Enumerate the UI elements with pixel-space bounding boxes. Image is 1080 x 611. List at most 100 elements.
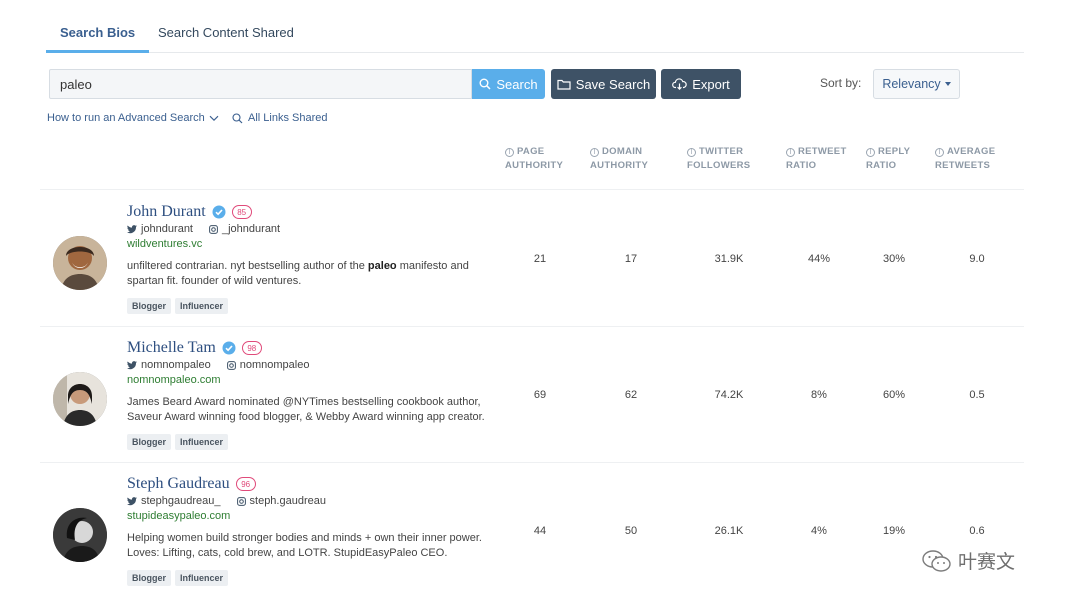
instagram-handle[interactable]: steph.gaudreau <box>250 495 326 507</box>
domain-authority-value: 17 <box>624 253 638 265</box>
social-handles: stephgaudreau_ steph.gaudreau <box>127 495 326 507</box>
info-icon[interactable]: i <box>786 148 795 157</box>
advanced-search-label: How to run an Advanced Search <box>47 112 205 124</box>
info-icon[interactable]: i <box>505 148 514 157</box>
profile-name[interactable]: Michelle Tam <box>127 339 216 357</box>
avatar[interactable] <box>53 236 107 290</box>
export-label: Export <box>692 76 730 92</box>
social-handles: johndurant _johndurant <box>127 223 280 235</box>
twitter-followers-value: 74.2K <box>714 389 744 401</box>
cloud-download-icon <box>672 78 687 90</box>
info-icon[interactable]: i <box>866 148 875 157</box>
twitter-handle[interactable]: johndurant <box>141 223 193 235</box>
instagram-handle[interactable]: _johndurant <box>222 223 280 235</box>
advanced-search-link[interactable]: How to run an Advanced Search <box>47 112 219 124</box>
website-link[interactable]: nomnompaleo.com <box>127 374 221 386</box>
reply-ratio-value: 60% <box>882 389 906 401</box>
website-link[interactable]: stupideasypaleo.com <box>127 510 230 522</box>
reply-ratio-value: 19% <box>882 525 906 537</box>
save-search-button[interactable]: Save Search <box>551 69 656 99</box>
column-header-line2: RATIO <box>866 160 897 171</box>
profile-bio: Helping women build stronger bodies and … <box>127 531 487 561</box>
bio-text: Helping women build stronger bodies and … <box>127 532 482 559</box>
column-header-line1: TWITTER <box>699 146 744 157</box>
all-links-shared-link[interactable]: All Links Shared <box>232 112 328 124</box>
sort-by-label: Sort by: <box>820 76 862 90</box>
instagram-icon <box>226 360 236 370</box>
twitter-handle[interactable]: nomnompaleo <box>141 359 211 371</box>
profile-name[interactable]: John Durant <box>127 203 206 221</box>
watermark-text: 叶赛文 <box>958 551 1016 573</box>
column-header-average-retweets[interactable]: i AVERAGE RETWEETS <box>935 145 995 173</box>
save-search-label: Save Search <box>575 76 651 92</box>
info-icon[interactable]: i <box>590 148 599 157</box>
average-retweets-value: 0.5 <box>969 389 985 401</box>
sort-dropdown[interactable]: Relevancy <box>873 69 960 99</box>
info-icon[interactable]: i <box>935 148 944 157</box>
column-header-line2: AUTHORITY <box>590 160 649 171</box>
tag-list: Blogger Influencer <box>127 434 229 450</box>
column-header-line1: REPLY <box>878 146 911 157</box>
influence-score-badge: 85 <box>231 205 252 219</box>
bio-text: James Beard Award nominated @NYTimes bes… <box>127 396 485 423</box>
caret-down-icon <box>944 82 951 86</box>
tag-list: Blogger Influencer <box>127 570 229 586</box>
verified-badge-icon <box>212 205 226 219</box>
profile-bio: James Beard Award nominated @NYTimes bes… <box>127 395 487 425</box>
avatar[interactable] <box>53 372 107 426</box>
tab-search-bios[interactable]: Search Bios <box>46 25 150 53</box>
reply-ratio-value: 30% <box>882 253 906 265</box>
column-header-retweet-ratio[interactable]: i RETWEET RATIO <box>786 145 847 173</box>
column-header-line2: FOLLOWERS <box>687 160 751 171</box>
search-icon <box>479 78 491 90</box>
average-retweets-value: 0.6 <box>969 525 985 537</box>
twitter-icon <box>127 224 137 233</box>
column-header-line1: AVERAGE <box>947 146 996 157</box>
column-header-line1: PAGE <box>517 146 545 157</box>
tag-influencer[interactable]: Influencer <box>175 298 229 314</box>
column-header-reply-ratio[interactable]: i REPLY RATIO <box>866 145 910 173</box>
website-link[interactable]: wildventures.vc <box>127 238 202 250</box>
column-header-line2: RATIO <box>786 160 817 171</box>
profile-name[interactable]: Steph Gaudreau <box>127 475 230 493</box>
domain-authority-value: 62 <box>624 389 638 401</box>
tag-blogger[interactable]: Blogger <box>127 298 172 314</box>
profile-bio: unfiltered contrarian. nyt bestselling a… <box>127 259 487 289</box>
folder-icon <box>557 79 571 90</box>
twitter-handle[interactable]: stephgaudreau_ <box>141 495 221 507</box>
search-button[interactable]: Search <box>472 69 545 99</box>
twitter-icon <box>127 496 137 505</box>
retweet-ratio-value: 8% <box>811 389 827 401</box>
tag-list: Blogger Influencer <box>127 298 229 314</box>
result-row: John Durant 85 johndurant _johndurant wi… <box>40 191 1024 327</box>
instagram-handle[interactable]: nomnompaleo <box>240 359 310 371</box>
page-authority-value: 44 <box>533 525 547 537</box>
all-links-shared-label: All Links Shared <box>248 112 328 124</box>
tag-influencer[interactable]: Influencer <box>175 570 229 586</box>
instagram-icon <box>236 496 246 506</box>
tag-blogger[interactable]: Blogger <box>127 434 172 450</box>
column-header-page-authority[interactable]: i PAGE AUTHORITY <box>505 145 563 173</box>
export-button[interactable]: Export <box>661 69 741 99</box>
twitter-followers-value: 31.9K <box>714 253 744 265</box>
tag-influencer[interactable]: Influencer <box>175 434 229 450</box>
column-header-domain-authority[interactable]: i DOMAIN AUTHORITY <box>590 145 648 173</box>
twitter-followers-value: 26.1K <box>714 525 744 537</box>
watermark: 叶赛文 <box>922 547 1015 574</box>
profile-header: Steph Gaudreau 96 <box>127 475 256 493</box>
tab-search-content-shared[interactable]: Search Content Shared <box>158 25 294 53</box>
column-header-twitter-followers[interactable]: i TWITTER FOLLOWERS <box>687 145 750 173</box>
instagram-icon <box>209 224 218 234</box>
average-retweets-value: 9.0 <box>969 253 985 265</box>
influence-score-badge: 96 <box>235 477 256 491</box>
column-header-line2: AUTHORITY <box>505 160 564 171</box>
tab-bar: Search Bios Search Content Shared <box>46 0 1024 53</box>
info-icon[interactable]: i <box>687 148 696 157</box>
header-divider <box>40 189 1024 190</box>
verified-badge-icon <box>222 341 236 355</box>
column-header-line1: DOMAIN <box>602 146 643 157</box>
avatar[interactable] <box>53 508 107 562</box>
search-input[interactable] <box>49 69 472 99</box>
column-header-line1: RETWEET <box>798 146 847 157</box>
tag-blogger[interactable]: Blogger <box>127 570 172 586</box>
